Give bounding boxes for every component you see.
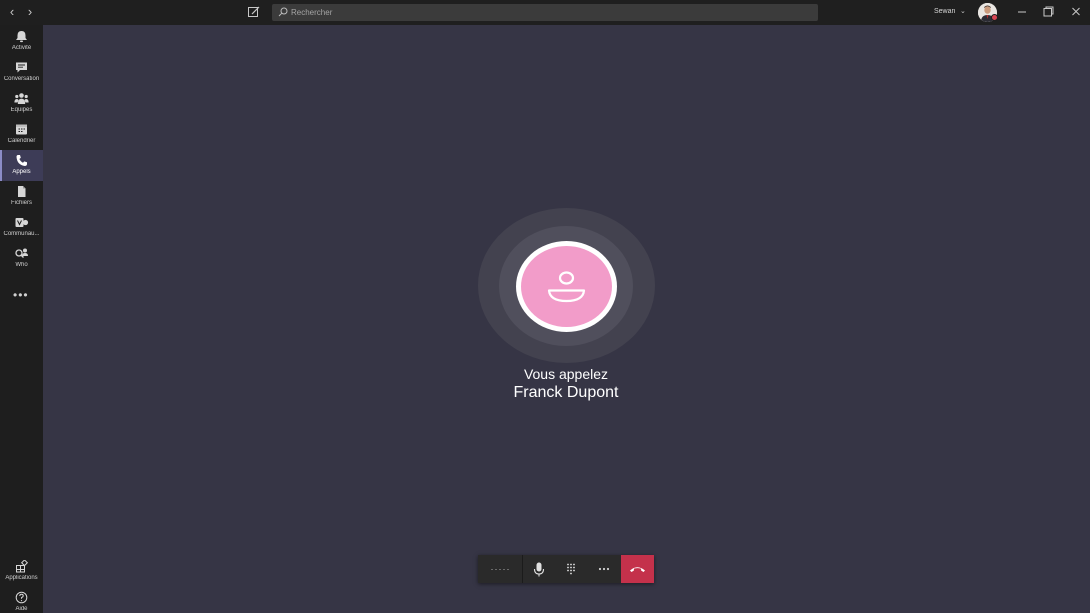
dialpad-icon (567, 563, 575, 575)
sidebar-item-activity[interactable]: Activité (0, 26, 43, 57)
sidebar-item-community[interactable]: Communau... (0, 212, 43, 243)
more-apps-icon[interactable]: ••• (13, 288, 29, 302)
hang-up-icon (630, 567, 645, 572)
calendar-icon (16, 124, 27, 135)
back-arrow-icon[interactable]: ‹ (5, 4, 19, 20)
sidebar-item-label: Appels (12, 169, 31, 175)
search-icon (278, 7, 288, 17)
sidebar-item-conversation[interactable]: Conversation (0, 57, 43, 88)
minimize-icon[interactable] (1012, 3, 1032, 21)
video-off-icon (491, 569, 509, 570)
sidebar-item-who[interactable]: Who (0, 243, 43, 274)
file-icon (18, 186, 26, 197)
phone-icon (16, 155, 27, 166)
sidebar-item-help[interactable]: Aide (0, 587, 43, 613)
dialpad-button[interactable] (556, 555, 586, 583)
sidebar-item-label: Fichiers (10, 200, 32, 206)
contact-avatar (521, 246, 612, 327)
sidebar-item-files[interactable]: Fichiers (0, 181, 43, 212)
chat-icon (16, 62, 27, 73)
video-toggle-button[interactable] (478, 555, 522, 583)
status-dot (991, 14, 998, 21)
contact-name: Franck Dupont (513, 384, 619, 401)
new-chat-icon[interactable] (247, 5, 261, 19)
sidebar-item-label: Équipes (10, 107, 33, 113)
more-actions-button[interactable] (588, 555, 621, 583)
mute-button[interactable] (523, 555, 556, 583)
chevron-down-icon[interactable]: ⌄ (960, 7, 966, 15)
sidebar-item-calendar[interactable]: Calendrier (0, 119, 43, 150)
sidebar-item-label: Applications (5, 575, 38, 581)
sidebar-item-applications[interactable]: Applications (0, 556, 43, 587)
microphone-icon (533, 562, 545, 577)
apps-icon (16, 560, 29, 573)
sidebar-item-label: Communau... (3, 231, 40, 237)
app-sidebar: Activité Conversation Équipes Calendrier (0, 25, 43, 613)
bell-icon (16, 31, 27, 43)
title-bar: ‹ › Sewan ⌄ (0, 0, 1090, 25)
call-status-text: Vous appelez (523, 366, 609, 382)
sidebar-item-label: Calendrier (7, 138, 36, 144)
help-icon (15, 591, 28, 604)
restore-icon[interactable] (1038, 3, 1058, 21)
sidebar-item-teams[interactable]: Équipes (0, 88, 43, 119)
search-input[interactable] (291, 4, 791, 21)
who-icon (15, 248, 28, 258)
person-icon (547, 271, 586, 303)
forward-arrow-icon[interactable]: › (23, 4, 37, 20)
search-bar[interactable] (272, 4, 818, 21)
sidebar-item-label: Activité (11, 45, 32, 51)
sidebar-item-label: Aide (15, 606, 28, 612)
community-icon (15, 218, 29, 227)
more-options-icon (598, 567, 610, 571)
close-icon[interactable] (1066, 3, 1086, 21)
user-name[interactable]: Sewan (934, 8, 955, 15)
hang-up-button[interactable] (621, 555, 654, 583)
sidebar-item-label: Who (15, 262, 28, 268)
sidebar-item-label: Conversation (3, 76, 40, 82)
sidebar-item-calls[interactable]: Appels (0, 150, 43, 181)
teams-icon (14, 93, 29, 104)
